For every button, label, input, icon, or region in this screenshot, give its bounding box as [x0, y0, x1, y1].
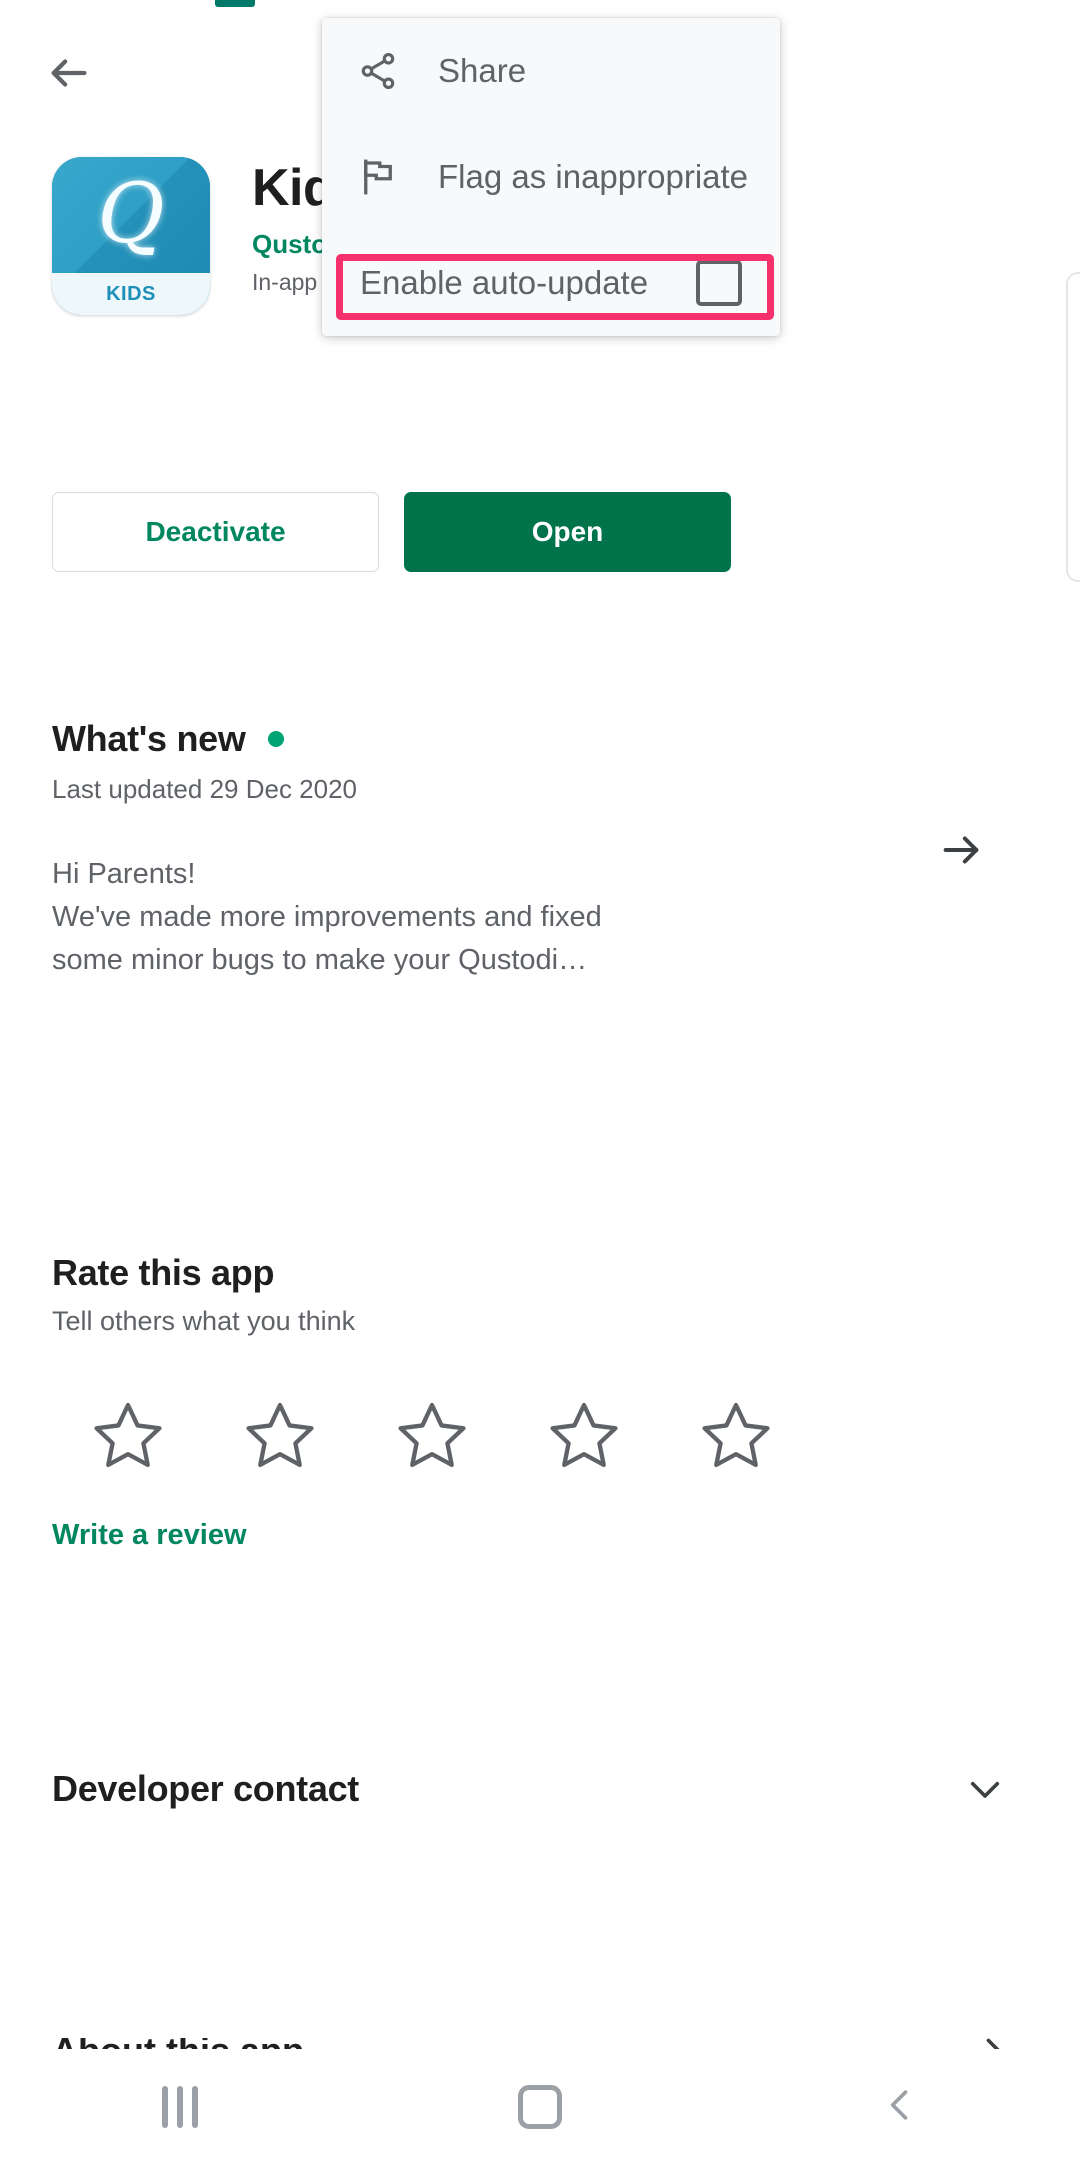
overflow-menu[interactable]: Share Flag as inappropriate Enable auto-…	[322, 18, 780, 336]
menu-item-share[interactable]: Share	[322, 18, 780, 124]
rate-app-subtitle: Tell others what you think	[52, 1306, 356, 1336]
whats-new-section[interactable]: What's new Last updated 29 Dec 2020 Hi P…	[52, 718, 1028, 982]
star-2-button[interactable]	[204, 1389, 356, 1481]
app-icon: Q KIDS	[52, 157, 210, 315]
whats-new-line-2: We've made more improvements and fixed	[52, 900, 602, 933]
whats-new-line-1: Hi Parents!	[52, 858, 196, 890]
star-3-button[interactable]	[356, 1389, 508, 1481]
nav-recents-button[interactable]	[90, 2049, 270, 2165]
flag-icon	[352, 151, 404, 203]
developer-contact-title: Developer contact	[52, 1768, 359, 1809]
app-icon-badge: KIDS	[52, 273, 210, 315]
back-button[interactable]	[36, 46, 102, 104]
auto-update-checkbox[interactable]	[696, 260, 742, 306]
open-button[interactable]: Open	[404, 492, 731, 572]
rate-app-title: Rate this app	[52, 1252, 275, 1293]
whats-new-title: What's new	[52, 718, 246, 759]
rating-stars	[52, 1389, 1028, 1481]
system-navigation-bar	[0, 2049, 1080, 2165]
nav-back-button[interactable]	[810, 2049, 990, 2165]
deactivate-button[interactable]: Deactivate	[52, 492, 379, 572]
app-action-buttons: Deactivate Open	[52, 492, 731, 572]
scrolled-chip-sliver	[215, 0, 255, 7]
chevron-down-icon[interactable]	[964, 1768, 1006, 1810]
developer-contact-row[interactable]: Developer contact	[52, 1768, 1028, 1810]
arrow-right-icon[interactable]	[938, 827, 984, 873]
offscreen-card-edge	[1066, 272, 1080, 582]
app-icon-letter: Q	[97, 167, 165, 262]
rate-app-section: Rate this app Tell others what you think…	[52, 1252, 1028, 1552]
share-icon	[352, 45, 404, 97]
star-5-button[interactable]	[660, 1389, 812, 1481]
recents-icon	[162, 2086, 198, 2128]
menu-item-auto-update-label: Enable auto-update	[360, 264, 649, 301]
new-indicator-dot	[267, 731, 284, 747]
whats-new-body: Hi Parents! We've made more improvements…	[52, 853, 1028, 982]
menu-item-enable-auto-update[interactable]: Enable auto-update	[322, 230, 780, 336]
arrow-left-icon	[46, 50, 92, 101]
chevron-left-icon	[878, 2083, 922, 2132]
whats-new-line-3: some minor bugs to make your Qustodi…	[52, 943, 588, 976]
nav-home-button[interactable]	[450, 2049, 630, 2165]
last-updated-text: Last updated 29 Dec 2020	[52, 774, 358, 804]
developer-contact-section[interactable]: Developer contact	[52, 1768, 1028, 1810]
menu-item-share-label: Share	[438, 52, 527, 89]
home-icon	[518, 2085, 562, 2129]
menu-item-flag[interactable]: Flag as inappropriate	[322, 124, 780, 230]
star-1-button[interactable]	[52, 1389, 204, 1481]
star-4-button[interactable]	[508, 1389, 660, 1481]
whats-new-header: What's new	[52, 718, 1028, 864]
menu-item-flag-label: Flag as inappropriate	[438, 158, 749, 195]
write-review-link[interactable]: Write a review	[52, 1519, 247, 1552]
